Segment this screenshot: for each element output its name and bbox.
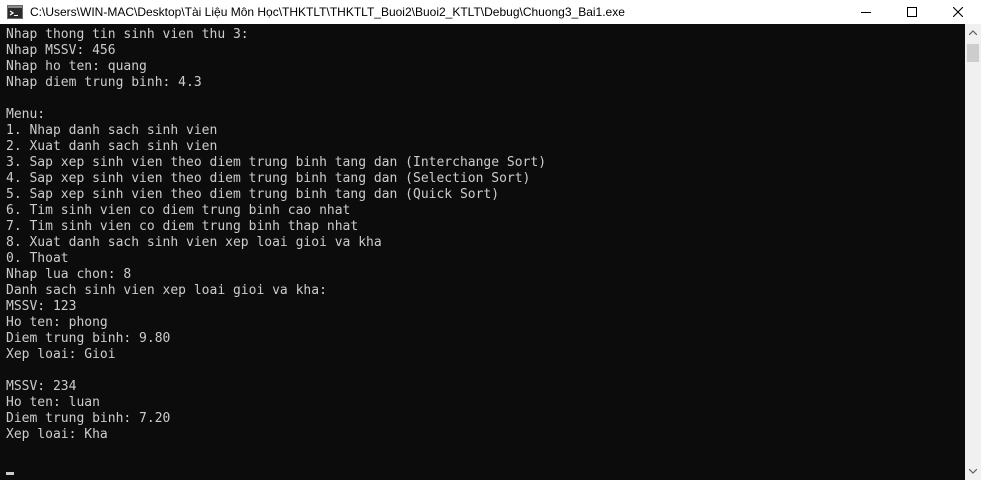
console-line: MSSV: 123 [6, 299, 77, 314]
scrollbar-thumb[interactable] [967, 44, 979, 62]
scroll-up-arrow-icon [969, 30, 977, 35]
console-line: 5. Sap xep sinh vien theo diem trung bin… [6, 187, 500, 202]
console-line: 3. Sap xep sinh vien theo diem trung bin… [6, 155, 547, 170]
close-icon [953, 7, 963, 17]
console-line: 2. Xuat danh sach sinh vien [6, 139, 218, 154]
console-line: Nhap MSSV: 456 [6, 43, 116, 58]
console-output[interactable]: Nhap thong tin sinh vien thu 3: Nhap MSS… [0, 24, 965, 480]
scroll-down-arrow-icon [969, 469, 977, 474]
console-line: Nhap ho ten: quang [6, 59, 147, 74]
console-line: Xep loai: Kha [6, 427, 108, 442]
console-line: MSSV: 234 [6, 379, 77, 394]
title-bar[interactable]: C:\Users\WIN-MAC\Desktop\Tài Liệu Môn Họ… [0, 0, 981, 24]
minimize-icon [861, 12, 871, 13]
console-line: 4. Sap xep sinh vien theo diem trung bin… [6, 171, 531, 186]
console-line: Danh sach sinh vien xep loai gioi va kha… [6, 283, 327, 298]
console-line: Nhap lua chon: 8 [6, 267, 132, 282]
console-line: Diem trung binh: 7.20 [6, 411, 171, 426]
console-line: Diem trung binh: 9.80 [6, 331, 171, 346]
console-line: 0. Thoat [6, 251, 69, 266]
console-line: 8. Xuat danh sach sinh vien xep loai gio… [6, 235, 382, 250]
console-line: Ho ten: phong [6, 315, 108, 330]
console-cursor-line [6, 459, 965, 475]
maximize-button[interactable] [889, 0, 935, 24]
console-window: C:\Users\WIN-MAC\Desktop\Tài Liệu Môn Họ… [0, 0, 981, 480]
close-button[interactable] [935, 0, 981, 24]
maximize-icon [907, 7, 917, 17]
console-line: 7. Tim sinh vien co diem trung binh thap… [6, 219, 359, 234]
console-line: 1. Nhap danh sach sinh vien [6, 123, 218, 138]
console-line: Nhap diem trung binh: 4.3 [6, 75, 202, 90]
console-line: Xep loai: Gioi [6, 347, 116, 362]
text-cursor [6, 472, 14, 475]
console-line: 6. Tim sinh vien co diem trung binh cao … [6, 203, 351, 218]
console-line: Ho ten: luan [6, 395, 100, 410]
vertical-scrollbar[interactable] [965, 24, 981, 480]
console-line: Nhap thong tin sinh vien thu 3: [6, 27, 249, 42]
console-text-area: Nhap thong tin sinh vien thu 3: Nhap MSS… [0, 24, 965, 475]
window-title: C:\Users\WIN-MAC\Desktop\Tài Liệu Môn Họ… [30, 5, 625, 19]
scroll-up-button[interactable] [965, 24, 981, 41]
console-app-icon [7, 5, 23, 19]
window-controls [843, 0, 981, 24]
console-line: Menu: [6, 107, 46, 122]
minimize-button[interactable] [843, 0, 889, 24]
scroll-down-button[interactable] [965, 463, 981, 480]
